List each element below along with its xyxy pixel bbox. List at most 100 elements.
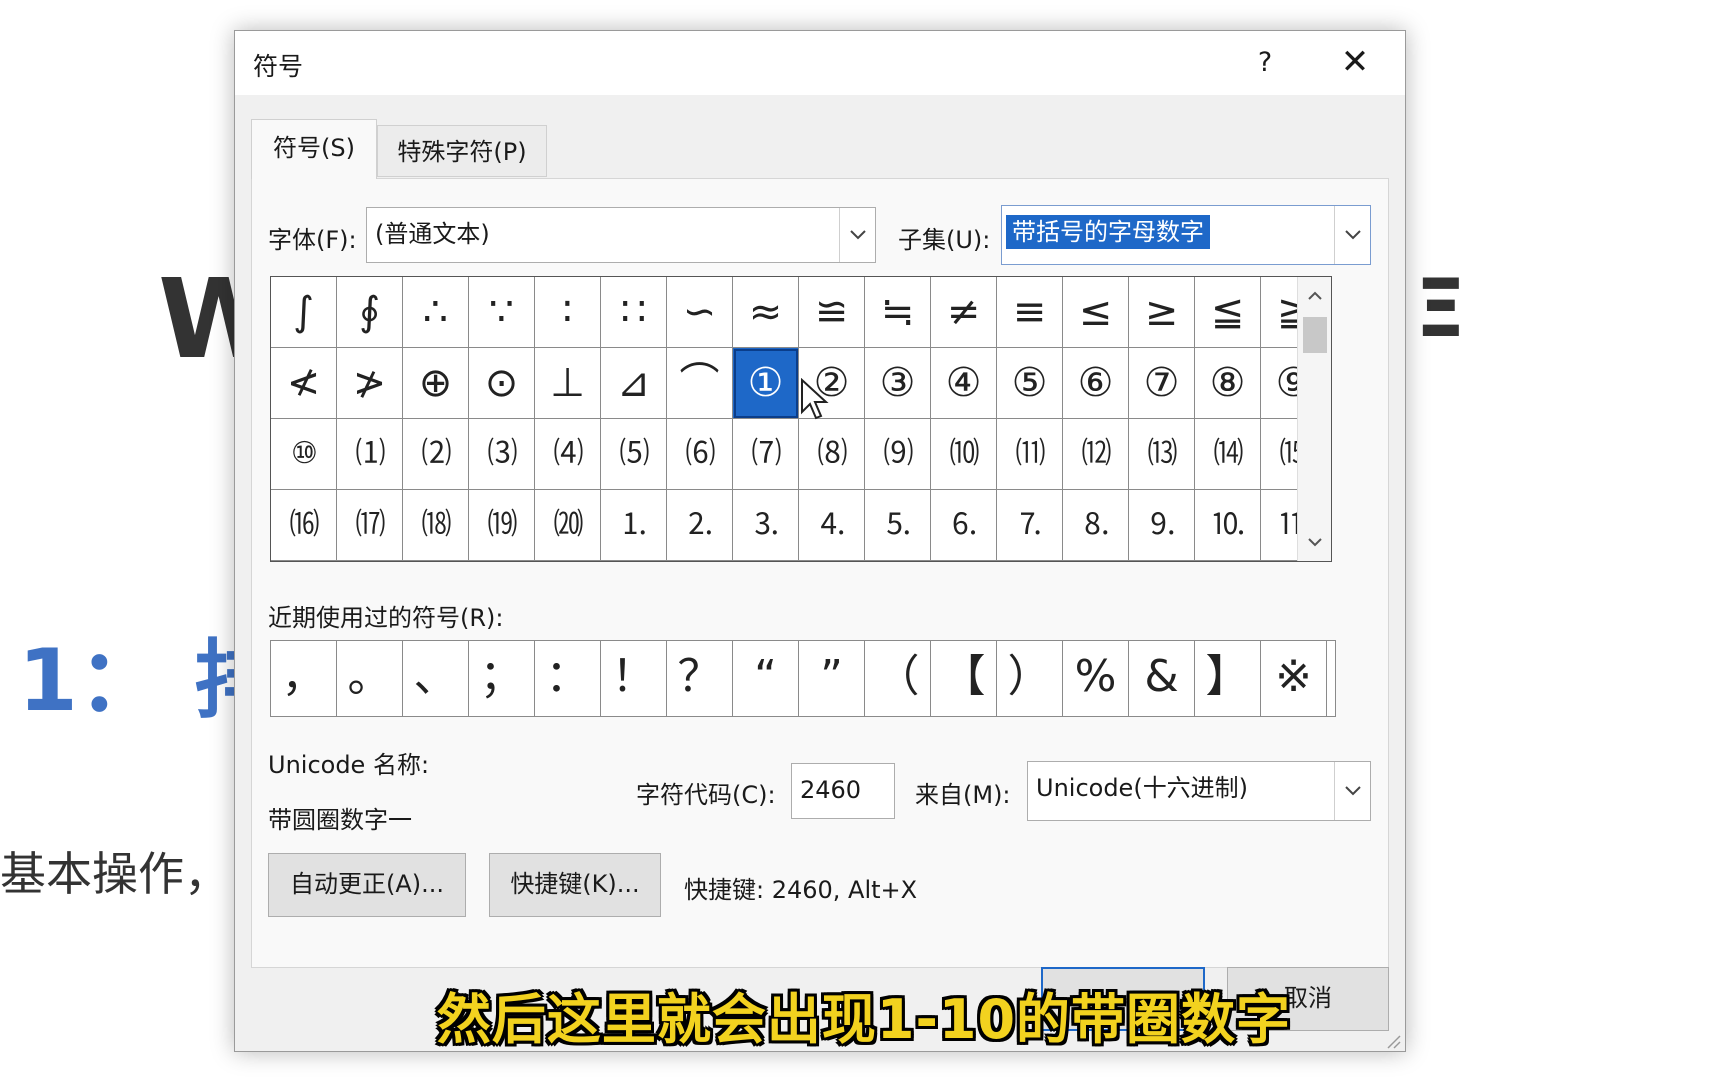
recent-symbol-cell[interactable]: 【 bbox=[931, 641, 997, 716]
symbol-cell[interactable]: ⒆ bbox=[469, 490, 535, 561]
scrollbar-thumb[interactable] bbox=[1303, 317, 1327, 353]
recent-symbol-cell[interactable]: ※ bbox=[1261, 641, 1327, 716]
recent-symbol-cell[interactable]: ！ bbox=[601, 641, 667, 716]
symbol-cell[interactable]: ⒋ bbox=[799, 490, 865, 561]
scroll-down-icon[interactable] bbox=[1298, 527, 1332, 557]
symbol-cell[interactable]: ⑷ bbox=[535, 419, 601, 490]
symbol-cell[interactable]: ≠ bbox=[931, 277, 997, 348]
font-label: 字体(F): bbox=[268, 226, 357, 254]
recent-symbol-cell[interactable]: ？ bbox=[667, 641, 733, 716]
symbol-cell[interactable]: ⒑ bbox=[1195, 490, 1261, 561]
symbol-cell[interactable]: ⊙ bbox=[469, 348, 535, 419]
recent-symbol-cell[interactable]: 、 bbox=[403, 641, 469, 716]
symbol-cell[interactable]: ⑽ bbox=[931, 419, 997, 490]
symbol-cell[interactable]: ⑾ bbox=[997, 419, 1063, 490]
symbol-cell[interactable]: ≯ bbox=[337, 348, 403, 419]
symbol-cell[interactable]: ≦ bbox=[1195, 277, 1261, 348]
shortcut-key-button[interactable]: 快捷键(K)... bbox=[489, 853, 661, 917]
symbol-cell[interactable]: ∵ bbox=[469, 277, 535, 348]
symbol-cell[interactable]: ⊿ bbox=[601, 348, 667, 419]
tab-symbols[interactable]: 符号(S) bbox=[251, 119, 377, 179]
symbol-cell[interactable]: ⑧ bbox=[1195, 348, 1261, 419]
recent-symbol-cell[interactable]: （ bbox=[865, 641, 931, 716]
symbol-cell[interactable]: ⑩ bbox=[271, 419, 337, 490]
symbol-grid-scrollbar[interactable] bbox=[1297, 277, 1331, 561]
font-select[interactable]: (普通文本) bbox=[366, 207, 876, 263]
symbol-cell[interactable]: ⒁ bbox=[1195, 419, 1261, 490]
symbol-cell[interactable]: ① bbox=[733, 348, 799, 419]
symbol-cell[interactable]: ⑺ bbox=[733, 419, 799, 490]
recent-symbol-cell[interactable]: ， bbox=[271, 641, 337, 716]
symbol-cell[interactable]: ≡ bbox=[997, 277, 1063, 348]
scroll-up-icon[interactable] bbox=[1298, 281, 1332, 311]
recent-symbol-cell[interactable]: ） bbox=[997, 641, 1063, 716]
symbol-cell[interactable]: ⑸ bbox=[601, 419, 667, 490]
symbol-cell[interactable]: ∫ bbox=[271, 277, 337, 348]
video-caption: 然后这里就会出现1-10的带圈数字 bbox=[436, 988, 1292, 1051]
symbol-cell[interactable]: ⊥ bbox=[535, 348, 601, 419]
symbol-cell[interactable]: ⒌ bbox=[865, 490, 931, 561]
symbol-cell[interactable]: ∽ bbox=[667, 277, 733, 348]
symbol-cell[interactable]: ⒇ bbox=[535, 490, 601, 561]
symbol-cell[interactable]: ∶ bbox=[535, 277, 601, 348]
symbol-cell[interactable]: ⑻ bbox=[799, 419, 865, 490]
symbol-cell[interactable]: ≒ bbox=[865, 277, 931, 348]
symbol-cell[interactable]: ⊕ bbox=[403, 348, 469, 419]
symbol-cell[interactable]: ⒀ bbox=[1129, 419, 1195, 490]
symbol-cell[interactable]: ⒍ bbox=[931, 490, 997, 561]
symbol-cell[interactable]: ∴ bbox=[403, 277, 469, 348]
chevron-down-icon[interactable] bbox=[839, 208, 875, 262]
recent-symbol-cell[interactable]: 】 bbox=[1195, 641, 1261, 716]
symbol-cell[interactable]: ≤ bbox=[1063, 277, 1129, 348]
symbol-cell[interactable]: ⒈ bbox=[601, 490, 667, 561]
symbol-cell[interactable]: ≈ bbox=[733, 277, 799, 348]
recent-symbol-cell[interactable]: % bbox=[1063, 641, 1129, 716]
symbol-cell[interactable]: ∮ bbox=[337, 277, 403, 348]
symbol-cell[interactable]: ⑤ bbox=[997, 348, 1063, 419]
autocorrect-button[interactable]: 自动更正(A)... bbox=[268, 853, 466, 917]
symbol-cell[interactable]: ⑵ bbox=[403, 419, 469, 490]
symbol-cell[interactable]: ⑥ bbox=[1063, 348, 1129, 419]
from-select[interactable]: Unicode(十六进制) bbox=[1027, 761, 1371, 821]
mouse-cursor-icon bbox=[801, 378, 829, 420]
char-code-input[interactable]: 2460 bbox=[791, 763, 895, 819]
symbol-cell[interactable]: ⑦ bbox=[1129, 348, 1195, 419]
close-button[interactable]: ✕ bbox=[1325, 39, 1385, 87]
recent-symbol-cell[interactable]: & bbox=[1129, 641, 1195, 716]
symbol-cell[interactable]: ⒊ bbox=[733, 490, 799, 561]
symbol-cell[interactable]: ⑶ bbox=[469, 419, 535, 490]
symbol-cell[interactable]: ③ bbox=[865, 348, 931, 419]
from-label: 来自(M): bbox=[915, 781, 1011, 809]
symbol-cell[interactable]: ∷ bbox=[601, 277, 667, 348]
symbol-cell[interactable]: ⑿ bbox=[1063, 419, 1129, 490]
tab-special-characters[interactable]: 特殊字符(P) bbox=[377, 125, 547, 177]
help-button[interactable]: ? bbox=[1241, 39, 1289, 87]
symbol-cell[interactable]: ⒉ bbox=[667, 490, 733, 561]
recent-symbol-cell[interactable]: “ bbox=[733, 641, 799, 716]
symbol-cell[interactable]: ⒏ bbox=[1063, 490, 1129, 561]
recent-symbol-cell[interactable]: ； bbox=[469, 641, 535, 716]
recent-symbol-cell[interactable]: ” bbox=[799, 641, 865, 716]
recent-symbol-cell[interactable]: 。 bbox=[337, 641, 403, 716]
dialog-titlebar[interactable]: 符号 ? ✕ bbox=[235, 31, 1405, 95]
symbol-cell[interactable]: ⒐ bbox=[1129, 490, 1195, 561]
recent-symbol-cell[interactable]: ： bbox=[535, 641, 601, 716]
symbol-cell[interactable]: ≌ bbox=[799, 277, 865, 348]
chevron-down-icon[interactable] bbox=[1334, 762, 1370, 820]
symbol-cell[interactable]: ④ bbox=[931, 348, 997, 419]
symbol-cell[interactable]: ≥ bbox=[1129, 277, 1195, 348]
subset-select[interactable]: 带括号的字母数字 bbox=[1001, 205, 1371, 265]
chevron-down-icon[interactable] bbox=[1334, 206, 1370, 264]
symbol-cell[interactable]: ⒅ bbox=[403, 490, 469, 561]
symbol-cell[interactable]: ⑹ bbox=[667, 419, 733, 490]
symbol-cell[interactable]: ⌒ bbox=[667, 348, 733, 419]
symbol-cell[interactable]: ⒃ bbox=[271, 490, 337, 561]
symbol-cell[interactable]: ⑼ bbox=[865, 419, 931, 490]
symbol-cell[interactable]: ⒎ bbox=[997, 490, 1063, 561]
symbol-cell[interactable]: ⑴ bbox=[337, 419, 403, 490]
font-select-value: (普通文本) bbox=[375, 220, 490, 248]
char-code-label: 字符代码(C): bbox=[636, 781, 776, 809]
symbol-cell[interactable]: ⒄ bbox=[337, 490, 403, 561]
subset-select-value: 带括号的字母数字 bbox=[1006, 215, 1210, 249]
symbol-cell[interactable]: ≮ bbox=[271, 348, 337, 419]
